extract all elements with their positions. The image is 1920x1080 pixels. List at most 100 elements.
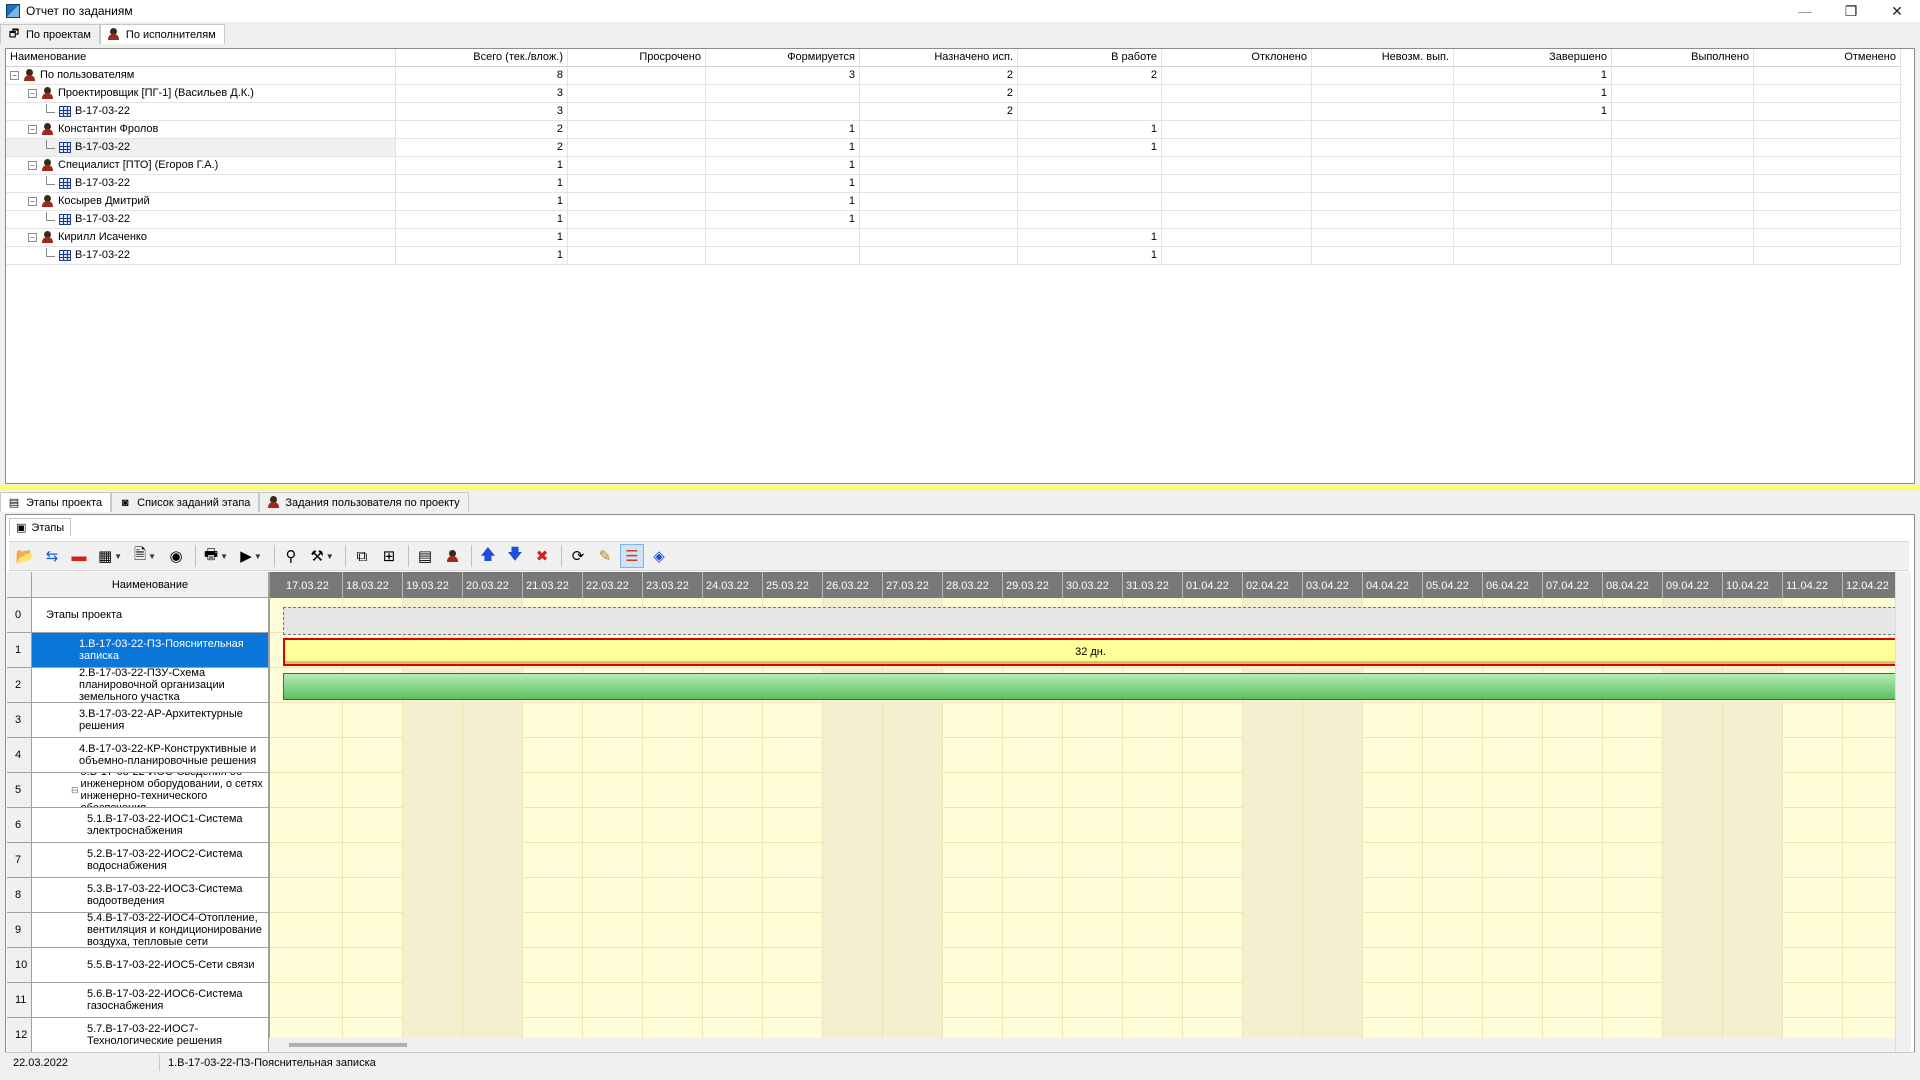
stage-row[interactable]: 10 5.5.В-17-03-22-ИОС5-Сети связи — [7, 948, 269, 983]
arrow-down-icon[interactable]: 🡇 — [503, 544, 527, 568]
stage-row[interactable]: 7 5.2.В-17-03-22-ИОС2-Система водоснабжен… — [7, 843, 269, 878]
scrollbar-thumb[interactable] — [289, 1043, 407, 1047]
stage-name[interactable]: 5.2.В-17-03-22-ИОС2-Система водоснабжени… — [32, 843, 269, 877]
column-header[interactable]: Просрочено — [568, 49, 706, 67]
gantt-chart[interactable]: 17.03.22 18.03.22 19.03.22 20.03.22 21.03.22… — [269, 572, 1895, 1038]
collapse-toggle-icon[interactable]: − — [28, 88, 37, 98]
paste-icon[interactable]: ▤ — [413, 544, 437, 568]
report-row[interactable]: В-17-03-22 1 1 — [6, 175, 1911, 193]
report-row[interactable]: − Кирилл Исаченко 1 1 — [6, 229, 1911, 247]
stage-name[interactable]: 2.В-17-03-22-ПЗУ-Схема планировочной орг… — [32, 668, 269, 702]
info-icon[interactable]: ◈ — [647, 544, 671, 568]
collapse-toggle-icon[interactable]: − — [10, 70, 19, 80]
play-icon[interactable]: ▶ ▼ — [235, 544, 267, 568]
report-name-cell[interactable]: В-17-03-22 — [6, 175, 396, 193]
report-name-cell[interactable]: − Косырев Дмитрий — [6, 193, 396, 211]
report-name-cell[interactable]: В-17-03-22 — [6, 211, 396, 229]
restore-button[interactable]: ❐ — [1828, 0, 1874, 22]
stage-name[interactable]: 1.В-17-03-22-ПЗ-Пояснительная записка — [32, 633, 269, 667]
stage-name[interactable]: 5.7.В-17-03-22-ИОС7-Технологические реше… — [32, 1018, 269, 1052]
assign-user-icon[interactable] — [440, 544, 464, 568]
stage-row[interactable]: 8 5.3.В-17-03-22-ИОС3-Система водоотведен… — [7, 878, 269, 913]
column-header[interactable]: Формируется — [706, 49, 860, 67]
collapse-toggle-icon[interactable]: − — [28, 196, 37, 206]
tab-user-tasks[interactable]: Задания пользователя по проекту — [259, 492, 469, 512]
collapse-toggle-icon[interactable]: − — [28, 124, 37, 134]
collapse-toggle-icon[interactable]: − — [28, 232, 37, 242]
collapse-toggle-icon[interactable]: ⊟ — [71, 784, 79, 796]
delete-stage-icon[interactable]: ▬ — [67, 544, 91, 568]
refresh-icon[interactable]: ⟳ — [566, 544, 590, 568]
tab-project-stages[interactable]: ▤ Этапы проекта — [0, 492, 112, 512]
report-row[interactable]: − Константин Фролов 2 1 1 — [6, 121, 1911, 139]
document-menu-icon[interactable]: 🗎 ▼ — [129, 544, 161, 568]
stage-row[interactable]: 12 5.7.В-17-03-22-ИОС7-Технологические ре… — [7, 1018, 269, 1053]
column-header[interactable]: Назначено исп. — [860, 49, 1018, 67]
column-header[interactable]: Наименование — [6, 49, 396, 67]
tab-by-projects[interactable]: 🗗 По проектам — [0, 24, 100, 44]
stage-name[interactable]: 5.1.В-17-03-22-ИОС1-Система электроснабж… — [32, 808, 269, 842]
column-header[interactable]: В работе — [1018, 49, 1162, 67]
report-row[interactable]: В-17-03-22 1 1 — [6, 247, 1911, 265]
stage-name[interactable]: 4.В-17-03-22-КР-Конструктивные и объемно… — [32, 738, 269, 772]
column-header[interactable]: Отменено — [1754, 49, 1901, 67]
report-name-cell[interactable]: В-17-03-22 — [6, 103, 396, 121]
stage-row[interactable]: 0 Этапы проекта — [7, 598, 269, 633]
globe-icon[interactable]: ◉ — [164, 544, 188, 568]
stage-row[interactable]: 9 5.4.В-17-03-22-ИОС4-Отопление, вентиляц… — [7, 913, 269, 948]
stage-name[interactable]: 5.6.В-17-03-22-ИОС6-Система газоснабжени… — [32, 983, 269, 1017]
report-row[interactable]: В-17-03-22 1 1 — [6, 211, 1911, 229]
gantt-view-icon[interactable]: ☰ — [620, 544, 644, 568]
report-grid[interactable]: Наименование Всего (тек./влож.) Просрочено… — [5, 48, 1915, 484]
close-button[interactable]: ✕ — [1874, 0, 1920, 22]
tab-stage-task-list[interactable]: ◙ Список заданий этапа — [111, 492, 260, 512]
stage-row[interactable]: 11 5.6.В-17-03-22-ИОС6-Система газоснабже… — [7, 983, 269, 1018]
column-header[interactable]: Отклонено — [1162, 49, 1312, 67]
column-header[interactable]: Завершено — [1454, 49, 1612, 67]
report-row[interactable]: − Специалист [ПТО] (Егоров Г.А.) 1 1 — [6, 157, 1911, 175]
column-header[interactable]: Невозм. вып. — [1312, 49, 1454, 67]
delete-link-icon[interactable]: ✖ — [530, 544, 554, 568]
stage-name[interactable]: 5.3.В-17-03-22-ИОС3-Система водоотведени… — [32, 878, 269, 912]
splitter[interactable] — [0, 486, 1920, 490]
horizontal-scrollbar[interactable] — [269, 1038, 1895, 1052]
print-icon[interactable]: 🖶 ▼ — [200, 544, 232, 568]
view-menu-icon[interactable]: ▦ ▼ — [94, 544, 126, 568]
report-row[interactable]: В-17-03-22 3 2 1 — [6, 103, 1911, 121]
add-stage-icon[interactable]: 📂 — [13, 544, 37, 568]
report-row[interactable]: В-17-03-22 2 1 1 — [6, 139, 1911, 157]
minimize-button[interactable]: — — [1782, 0, 1828, 22]
report-name-cell[interactable]: В-17-03-22 — [6, 247, 396, 265]
report-row[interactable]: − По пользователям 8 3 2 2 1 — [6, 67, 1911, 85]
report-name-cell[interactable]: − Кирилл Исаченко — [6, 229, 396, 247]
stage-name[interactable]: ⊟5.В-17-03-22-ИОС-Сведения об инженерном… — [32, 773, 269, 807]
stage-name[interactable]: Этапы проекта — [32, 598, 269, 632]
collapse-toggle-icon[interactable]: − — [28, 160, 37, 170]
subtab-stages[interactable]: ▣ Этапы — [9, 518, 72, 536]
edit-icon[interactable]: ✎ — [593, 544, 617, 568]
task-bar[interactable] — [283, 673, 1895, 700]
report-name-cell[interactable]: − Проектировщик [ПГ-1] (Васильев Д.К.) — [6, 85, 396, 103]
name-column-header[interactable]: Наименование — [32, 572, 269, 597]
stage-row[interactable]: 6 5.1.В-17-03-22-ИОС1-Система электроснаб… — [7, 808, 269, 843]
stage-row[interactable]: 3 3.В-17-03-22-АР-Архитектурные решения — [7, 703, 269, 738]
arrow-up-icon[interactable]: 🡅 — [476, 544, 500, 568]
stage-row[interactable]: 1 1.В-17-03-22-ПЗ-Пояснительная записка — [7, 633, 269, 668]
stage-name[interactable]: 5.5.В-17-03-22-ИОС5-Сети связи — [32, 948, 269, 982]
tools-icon[interactable]: ⚒ ▼ — [306, 544, 338, 568]
stage-row[interactable]: 2 2.В-17-03-22-ПЗУ-Схема планировочной ор… — [7, 668, 269, 703]
move-stage-icon[interactable]: ⇆ — [40, 544, 64, 568]
column-header[interactable]: Выполнено — [1612, 49, 1754, 67]
report-row[interactable]: − Косырев Дмитрий 1 1 — [6, 193, 1911, 211]
stage-row[interactable]: 4 4.В-17-03-22-КР-Конструктивные и объемн… — [7, 738, 269, 773]
column-header[interactable]: Всего (тек./влож.) — [396, 49, 568, 67]
report-row[interactable]: − Проектировщик [ПГ-1] (Васильев Д.К.) 3 2 1 — [6, 85, 1911, 103]
stage-name[interactable]: 5.4.В-17-03-22-ИОС4-Отопление, вентиляци… — [32, 913, 269, 947]
tree-icon[interactable]: ⊞ — [377, 544, 401, 568]
project-summary-bar[interactable] — [283, 607, 1895, 635]
vertical-scrollbar[interactable] — [1895, 572, 1911, 1052]
report-name-cell[interactable]: В-17-03-22 — [6, 139, 396, 157]
report-name-cell[interactable]: − По пользователям — [6, 67, 396, 85]
copy-icon[interactable]: ⧉ — [350, 544, 374, 568]
report-name-cell[interactable]: − Специалист [ПТО] (Егоров Г.А.) — [6, 157, 396, 175]
